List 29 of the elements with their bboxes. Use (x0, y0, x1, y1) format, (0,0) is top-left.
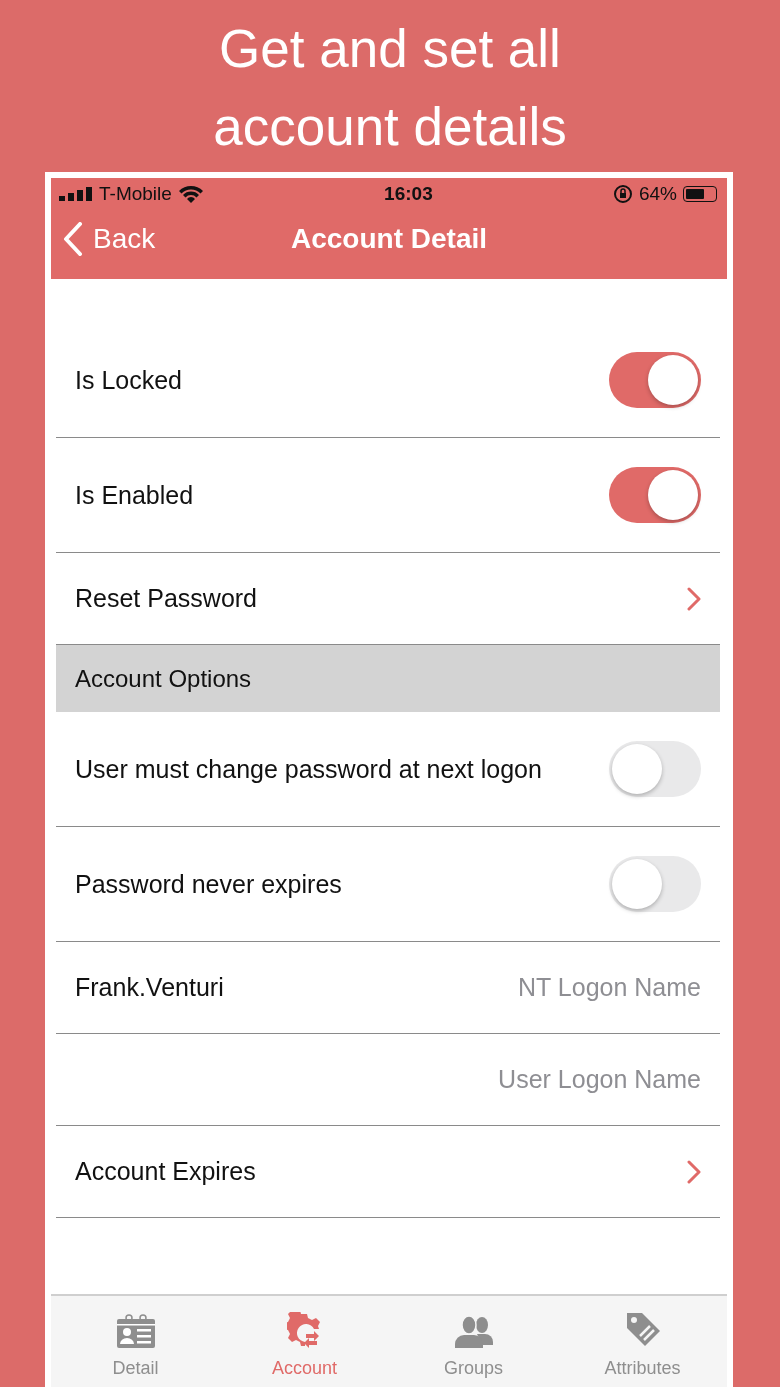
tab[interactable]: Account (220, 1296, 389, 1387)
id-card-icon (116, 1314, 155, 1348)
screen-title: Account Detail (291, 223, 487, 254)
headline: Get and set all account details (212, 18, 568, 158)
gear-arrows-icon (286, 1312, 323, 1348)
carrier: T-Mobile (99, 183, 172, 205)
battery-icon (683, 186, 717, 202)
toggle-switch[interactable] (609, 856, 701, 912)
section-header: Account Options (56, 645, 720, 712)
tab[interactable]: Groups (389, 1296, 558, 1387)
back-button[interactable]: Back (51, 222, 156, 256)
setting-label: User must change password at next logon (75, 754, 542, 784)
clock-time: 16:03 (384, 183, 433, 205)
tab[interactable]: Attributes (558, 1296, 727, 1387)
wifi-icon (177, 185, 204, 203)
chevron-right-icon (687, 1159, 701, 1184)
battery-percent: 64% (638, 183, 677, 205)
toggle-switch[interactable] (609, 467, 701, 523)
back-chevron-icon (63, 222, 83, 256)
people-icon (454, 1316, 493, 1348)
setting-label: Is Locked (75, 365, 182, 395)
toggle-switch[interactable] (609, 741, 701, 797)
rotation-lock-icon (612, 184, 633, 204)
toggle-switch[interactable] (609, 352, 701, 408)
chevron-right-icon (687, 586, 701, 611)
setting-label: Is Enabled (75, 480, 194, 510)
tab[interactable]: Detail (51, 1296, 220, 1387)
setting-label: Password never expires (75, 869, 342, 899)
signal-icon (59, 187, 93, 201)
